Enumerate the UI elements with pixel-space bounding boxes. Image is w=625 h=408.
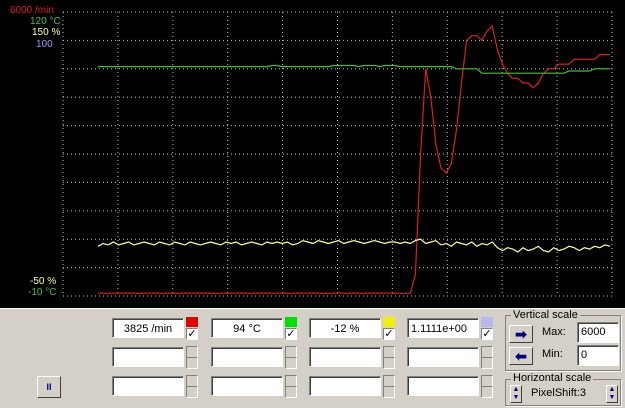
y-axis-pct-min: -50 %: [30, 276, 57, 287]
channel-9-checkbox[interactable]: [186, 386, 198, 398]
channel-4-color-swatch[interactable]: [481, 317, 493, 327]
plot-canvas: [62, 11, 613, 297]
horizontal-scale-down-spinner[interactable]: ▲ ▼: [510, 385, 522, 403]
channel-10-value: [211, 376, 283, 396]
control-panel: 3825 /min ✓ 94 °C ✓ -12 % ✓ 1.1111e+00 ✓…: [0, 308, 625, 408]
min-input[interactable]: 0: [577, 345, 619, 366]
channel-7-checkbox[interactable]: [383, 357, 395, 369]
min-label: Min:: [542, 348, 563, 360]
channel-6-value: [211, 347, 283, 367]
channel-7-value: [309, 347, 381, 367]
channel-8-value: [407, 347, 479, 367]
pixel-shift-value: PixelShift:3: [531, 387, 587, 399]
channel-2-color-swatch[interactable]: [285, 317, 297, 327]
channel-11-checkbox[interactable]: [383, 386, 395, 398]
y-axis-temp-max: 120 °C: [30, 16, 61, 27]
channel-2-value: 94 °C: [211, 318, 283, 338]
channel-2-checkbox[interactable]: ✓: [285, 328, 297, 340]
channel-6-checkbox[interactable]: [285, 357, 297, 369]
channel-11-value: [309, 376, 381, 396]
vertical-scale-title: Vertical scale: [511, 309, 580, 321]
channel-12-value: [407, 376, 479, 396]
channel-4-value: 1.1111e+00: [407, 318, 479, 338]
channel-1-color-swatch[interactable]: [186, 317, 198, 327]
channel-8-checkbox[interactable]: [481, 357, 493, 369]
right-arrow-icon: ➡: [515, 326, 527, 342]
horizontal-scale-title: Horizontal scale: [511, 372, 594, 384]
pause-icon: II: [46, 382, 52, 392]
pause-button[interactable]: II: [37, 376, 61, 398]
channel-1-value: 3825 /min: [112, 318, 184, 338]
channel-5-checkbox[interactable]: [186, 357, 198, 369]
y-axis-rpm-max: 6000 /min: [10, 5, 54, 16]
max-input[interactable]: 6000: [577, 322, 619, 343]
plot-area: 6000 /min 120 °C 150 % 100 -50 % -10 °C: [0, 0, 625, 308]
channel-9-value: [112, 376, 184, 396]
left-arrow-icon: ⬅: [515, 348, 527, 364]
series-line-temp: [98, 64, 610, 74]
channel-5-value: [112, 347, 184, 367]
y-axis-temp-min: -10 °C: [28, 287, 57, 298]
channel-3-color-swatch[interactable]: [383, 317, 395, 327]
horizontal-scale-up-spinner[interactable]: ▲ ▼: [606, 385, 618, 403]
series-line-pct: [97, 238, 611, 253]
channel-3-checkbox[interactable]: ✓: [383, 328, 395, 340]
max-label: Max:: [542, 326, 566, 338]
channel-4-checkbox[interactable]: ✓: [481, 328, 493, 340]
scale-down-button[interactable]: ⬅: [509, 347, 533, 365]
y-axis-pct-max: 150 %: [32, 27, 61, 38]
channel-3-value: -12 %: [309, 318, 381, 338]
scale-up-button[interactable]: ➡: [509, 325, 533, 343]
y-axis-val-max: 100: [36, 39, 53, 50]
channel-10-checkbox[interactable]: [285, 386, 297, 398]
channel-12-checkbox[interactable]: [481, 386, 493, 398]
channel-1-checkbox[interactable]: ✓: [186, 328, 198, 340]
